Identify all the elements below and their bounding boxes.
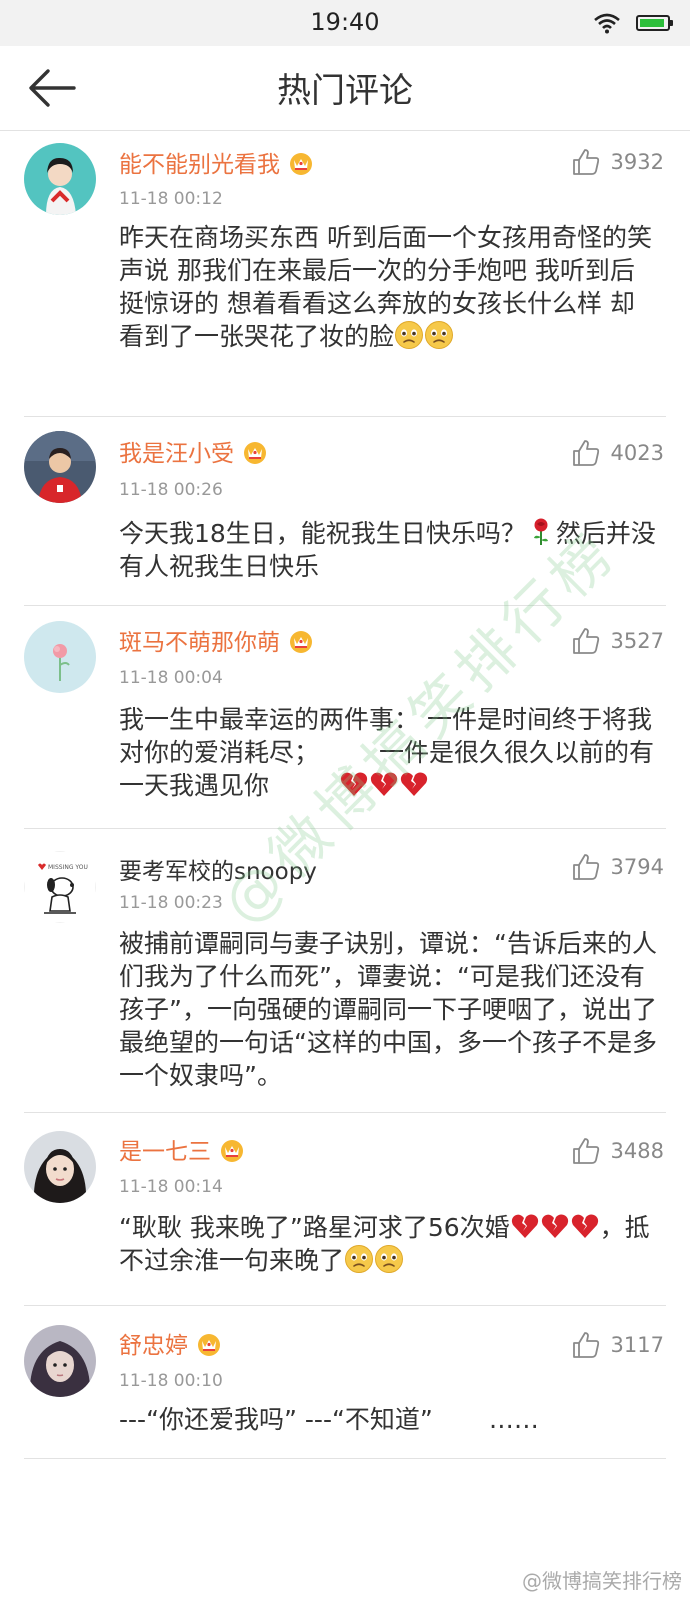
username-text[interactable]: 要考军校的snoopy bbox=[119, 859, 317, 885]
like-button[interactable]: 3932 bbox=[571, 145, 664, 179]
username[interactable]: 是一七三 bbox=[119, 1132, 245, 1166]
like-count: 3117 bbox=[610, 1333, 664, 1357]
username-text[interactable]: 舒忠婷 bbox=[119, 1333, 188, 1359]
sad-face-icon bbox=[394, 320, 424, 350]
timestamp: 11-18 00:04 bbox=[119, 668, 223, 688]
page-title: 热门评论 bbox=[277, 71, 413, 111]
username-text[interactable]: 我是汪小受 bbox=[119, 441, 234, 467]
comment-text: ---“你还爱我吗” ---“不知道” …… bbox=[119, 1403, 659, 1436]
vip-crown-icon bbox=[242, 440, 268, 464]
thumbs-up-icon bbox=[571, 626, 601, 656]
thumbs-up-icon bbox=[571, 1136, 601, 1166]
comment-text-body: ---“你还爱我吗” ---“不知道” bbox=[119, 1405, 433, 1434]
sad-face-icon bbox=[344, 1244, 374, 1274]
like-button[interactable]: 3488 bbox=[571, 1134, 664, 1168]
avatar[interactable] bbox=[24, 143, 96, 215]
like-count: 3932 bbox=[610, 150, 664, 174]
comment-text: 被捕前谭嗣同与妻子诀别，谭说：“告诉后来的人们我为了什么而死”，谭妻说：“可是我… bbox=[119, 929, 657, 1090]
like-count: 3794 bbox=[610, 855, 664, 879]
avatar[interactable] bbox=[24, 431, 96, 503]
vip-crown-icon bbox=[219, 1138, 245, 1162]
username[interactable]: 要考军校的snoopy bbox=[119, 852, 317, 886]
timestamp: 11-18 00:14 bbox=[119, 1177, 223, 1197]
divider bbox=[24, 1458, 666, 1459]
username-text[interactable]: 能不能别光看我 bbox=[119, 152, 280, 178]
comment-item: 能不能别光看我 11-18 00:12 3932 昨天在商场买东西 听到后面一个… bbox=[0, 130, 690, 416]
comment-item: 舒忠婷 11-18 00:10 3117 ---“你还爱我吗” ---“不知道”… bbox=[0, 1306, 690, 1458]
comment-item: 是一七三 11-18 00:14 3488 “耿耿 我来晚了”路星河求了56次婚… bbox=[0, 1113, 690, 1305]
like-count: 4023 bbox=[610, 441, 664, 465]
broken-heart-icon bbox=[369, 769, 399, 799]
comment-item: 斑马不萌那你萌 11-18 00:04 3527 我一生中最幸运的两件事： 一件… bbox=[0, 606, 690, 828]
comment-text-body: 昨天在商场买东西 听到后面一个女孩用奇怪的笑声说 那我们在来最后一次的分手炮吧 … bbox=[119, 223, 652, 351]
broken-heart-icon bbox=[540, 1211, 570, 1241]
timestamp: 11-18 00:12 bbox=[119, 189, 223, 209]
avatar[interactable] bbox=[24, 1325, 96, 1397]
like-count: 3488 bbox=[610, 1139, 664, 1163]
username[interactable]: 舒忠婷 bbox=[119, 1326, 222, 1360]
comment-text: 昨天在商场买东西 听到后面一个女孩用奇怪的笑声说 那我们在来最后一次的分手炮吧 … bbox=[119, 221, 659, 353]
timestamp: 11-18 00:10 bbox=[119, 1371, 223, 1391]
broken-heart-icon bbox=[510, 1211, 540, 1241]
like-button[interactable]: 4023 bbox=[571, 436, 664, 470]
vip-crown-icon bbox=[196, 1332, 222, 1356]
timestamp: 11-18 00:26 bbox=[119, 480, 223, 500]
battery-icon bbox=[636, 15, 673, 31]
avatar[interactable] bbox=[24, 621, 96, 693]
svg-text:MISSING YOU: MISSING YOU bbox=[48, 864, 88, 871]
comment-text: 我一生中最幸运的两件事： 一件是时间终于将我对你的爱消耗尽； 一件是很久很久以前的… bbox=[119, 703, 659, 802]
nav-bar: 热门评论 bbox=[0, 46, 690, 131]
corner-watermark: @微博搞笑排行榜 bbox=[522, 1569, 682, 1593]
username-text[interactable]: 斑马不萌那你萌 bbox=[119, 630, 280, 656]
broken-heart-icon bbox=[339, 769, 369, 799]
thumbs-up-icon bbox=[571, 852, 601, 882]
comment-text-tail: …… bbox=[488, 1405, 539, 1434]
username-text[interactable]: 是一七三 bbox=[119, 1139, 211, 1165]
battery-level bbox=[640, 19, 664, 27]
status-time: 19:40 bbox=[310, 8, 380, 36]
rose-icon bbox=[526, 517, 556, 547]
broken-heart-icon bbox=[399, 769, 429, 799]
sad-face-icon bbox=[424, 320, 454, 350]
comment-text: 今天我18生日，能祝我生日快乐吗？ 然后并没有人祝我生日快乐 bbox=[119, 517, 659, 583]
like-count: 3527 bbox=[610, 629, 664, 653]
username[interactable]: 我是汪小受 bbox=[119, 434, 268, 468]
username[interactable]: 能不能别光看我 bbox=[119, 145, 314, 179]
status-bar: 19:40 bbox=[0, 0, 690, 46]
vip-crown-icon bbox=[288, 151, 314, 175]
wifi-icon bbox=[594, 13, 620, 34]
avatar[interactable] bbox=[24, 1131, 96, 1203]
comment-text-part1: 今天我18生日，能祝我生日快乐吗？ bbox=[119, 519, 526, 548]
timestamp: 11-18 00:23 bbox=[119, 893, 223, 913]
thumbs-up-icon bbox=[571, 147, 601, 177]
broken-heart-icon bbox=[570, 1211, 600, 1241]
comment-item: MISSING YOU 要考军校的snoopy 11-18 00:23 3794… bbox=[0, 829, 690, 1112]
avatar[interactable]: MISSING YOU bbox=[24, 851, 96, 923]
comment-item: 我是汪小受 11-18 00:26 4023 今天我18生日，能祝我生日快乐吗？… bbox=[0, 417, 690, 605]
like-button[interactable]: 3527 bbox=[571, 624, 664, 658]
username[interactable]: 斑马不萌那你萌 bbox=[119, 623, 314, 657]
thumbs-up-icon bbox=[571, 1330, 601, 1360]
like-button[interactable]: 3117 bbox=[571, 1328, 664, 1362]
vip-crown-icon bbox=[288, 629, 314, 653]
like-button[interactable]: 3794 bbox=[571, 850, 664, 884]
comment-text: “耿耿 我来晚了”路星河求了56次婚 ，抵不过余淮一句来晚了 bbox=[119, 1211, 659, 1277]
sad-face-icon bbox=[374, 1244, 404, 1274]
comment-text-part1: “耿耿 我来晚了”路星河求了56次婚 bbox=[119, 1213, 510, 1242]
thumbs-up-icon bbox=[571, 438, 601, 468]
